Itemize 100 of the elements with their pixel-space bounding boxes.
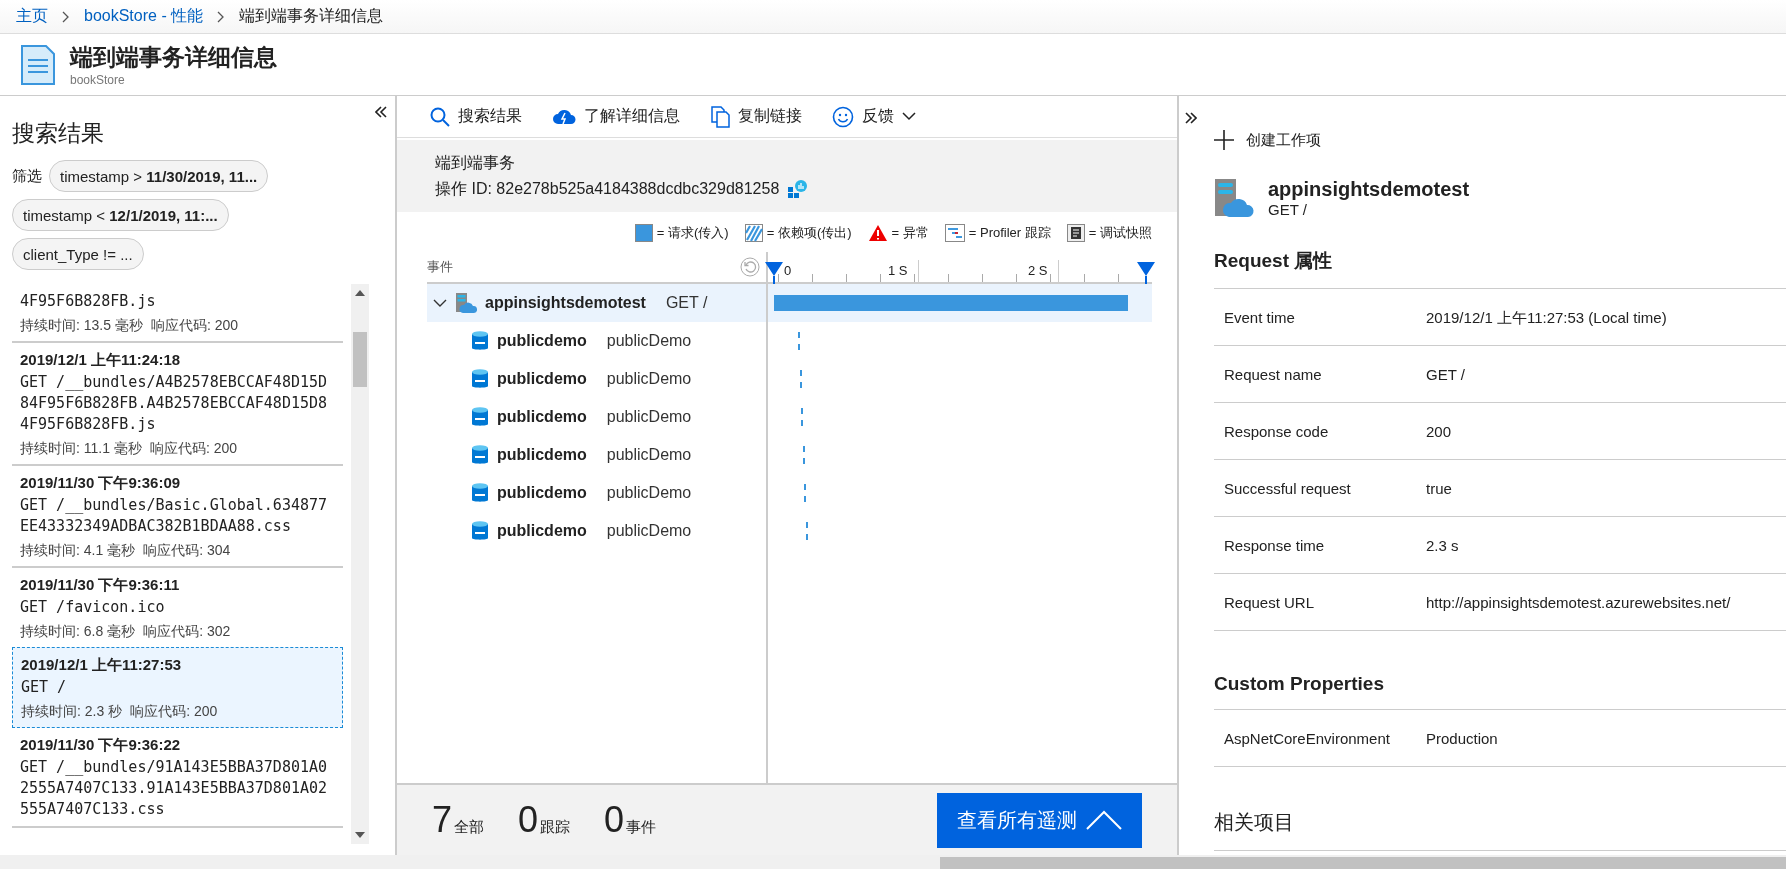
dependency-mark (805, 522, 808, 540)
plus-icon (1214, 130, 1234, 150)
result-item[interactable]: 2019/11/30 下午9:36:09 GET /__bundles/Basic.Global.634877EE43332349ADBAC382B1BDAA88.css 持续时间: 4.1 毫秒 响应代码: 304 (12, 466, 343, 568)
dependency-mark (804, 484, 806, 502)
toolbar-button[interactable]: 复制链接 (710, 105, 802, 128)
count-value: 0 (604, 799, 625, 841)
database-icon (471, 482, 489, 504)
database-icon (471, 520, 489, 542)
database-icon (471, 444, 489, 466)
snapshot-icon (1066, 224, 1085, 242)
filter-chip[interactable]: timestamp < 12/1/2019, 11:... (12, 199, 229, 231)
result-request: GET /__bundles/91A143E5BBA37D801A02555A7407C133.91A143E5BBA37D801A02555A7407C133.css (20, 757, 328, 820)
result-request: GET /favicon.ico (20, 597, 166, 618)
result-code: 响应代码: 302 (143, 622, 231, 641)
dependency-mark (801, 408, 803, 426)
legend-label: = 异常 (891, 224, 929, 242)
range-marker-icon (765, 262, 783, 284)
database-icon (471, 368, 489, 390)
result-duration: 持续时间: 13.5 毫秒 (20, 316, 143, 335)
event-detail: publicDemo (606, 446, 692, 464)
filter-label: 筛选 (12, 166, 42, 186)
event-row[interactable]: publicdemo publicDemo (427, 436, 766, 474)
search-icon (430, 106, 450, 127)
transaction-title: 端到端事务 (435, 153, 516, 173)
result-code: 响应代码: 200 (149, 439, 238, 458)
event-detail: publicDemo (606, 370, 692, 388)
dependency-mark (799, 370, 802, 388)
property-value: Production (1426, 728, 1498, 748)
property-value: GET / (1426, 364, 1465, 384)
result-item[interactable]: 2019/12/1 上午11:27:53 GET / 持续时间: 2.3 秒 响应代码: 200 (12, 647, 343, 728)
filter-chip[interactable]: timestamp > 11/30/2019, 11... (49, 160, 269, 192)
event-detail: publicDemo (606, 484, 692, 502)
event-name: publicdemo (497, 370, 587, 388)
chevron-down-icon (902, 112, 916, 121)
chevron-right-icon (217, 10, 226, 23)
event-name: publicdemo (497, 522, 587, 540)
event-row[interactable]: publicdemo publicDemo (427, 398, 766, 436)
result-request: GET /__bundles/A4B2578EBCCAF48D15D84F95F6B828FB.A4B2578EBCCAF48D15D84F95F6B828FB.js (20, 372, 328, 435)
event-name: publicdemo (497, 408, 587, 426)
property-name: Request URL (1223, 592, 1316, 612)
result-item[interactable]: 2019/12/1 上午11:24:18 GET /__bundles/A4B2578EBCCAF48D15D84F95F6B828FB.A4B2578EBCCAF48D15D84F95F6B828FB.js 持续时间: 11.1 毫秒 响应代码: 200 (12, 343, 343, 466)
legend-label: = 请求(传入) (656, 224, 729, 242)
event-name: publicdemo (497, 484, 587, 502)
section-heading: 相关项目 (1214, 809, 1786, 851)
dependency-mark (798, 332, 800, 350)
reset-icon (740, 257, 760, 277)
count-label: 事件 (626, 818, 657, 837)
create-work-item-button[interactable]: 创建工作项 (1214, 130, 1321, 150)
view-all-telemetry-button[interactable]: 查看所有遥测 (937, 792, 1142, 848)
property-value: 200 (1426, 421, 1452, 441)
section-heading: Custom Properties (1214, 673, 1786, 710)
property-name: Request name (1223, 364, 1323, 384)
event-row[interactable]: publicdemo publicDemo (427, 512, 766, 550)
axis-tick-label: 1 S (888, 263, 908, 278)
column-header: 事件 (427, 258, 453, 276)
result-code: 响应代码: 200 (130, 702, 218, 721)
legend-label: = 依赖项(传出) (766, 224, 852, 242)
toolbar-button[interactable]: 了解详细信息 (552, 106, 680, 127)
chevron-up-icon (1086, 810, 1122, 830)
result-duration: 持续时间: 6.8 毫秒 (20, 622, 136, 641)
count-label: 跟踪 (540, 818, 571, 837)
event-name: publicdemo (497, 446, 587, 464)
chart-icon (787, 179, 808, 199)
breadcrumb-link[interactable]: 主页 (16, 6, 48, 27)
result-time: 2019/12/1 上午11:27:53 (21, 655, 183, 675)
property-name: Response code (1223, 421, 1330, 441)
page-title: 端到端事务详细信息 (70, 43, 277, 72)
result-duration: 持续时间: 2.3 秒 (21, 702, 123, 721)
result-code: 响应代码: 304 (143, 541, 231, 560)
event-row[interactable]: publicdemo publicDemo (427, 322, 766, 360)
section-heading: Request 属性 (1214, 248, 1786, 289)
event-detail: publicDemo (606, 522, 692, 540)
property-name: Successful request (1223, 478, 1352, 498)
property-name: Response time (1223, 535, 1326, 555)
event-row[interactable]: appinsightsdemotest GET / (427, 284, 766, 322)
result-request: GET /__bundles/Basic.Global.634877EE43332349ADBAC382B1BDAA88.css (20, 495, 328, 537)
result-request: 4F95F6B828FB.js (20, 291, 157, 312)
filter-chip[interactable]: client_Type != ... (12, 238, 144, 270)
result-time: 2019/11/30 下午9:36:11 (20, 575, 181, 595)
result-item[interactable]: 4F95F6B828FB.js 持续时间: 13.5 毫秒 响应代码: 200 (12, 284, 343, 343)
app-name: appinsightsdemotest (1268, 178, 1470, 201)
result-item[interactable]: 2019/11/30 下午9:36:22 GET /__bundles/91A143E5BBA37D801A02555A7407C133.91A143E5BBA37D801A02555A7407C133.css (12, 728, 343, 828)
breadcrumb-link[interactable]: bookStore - 性能 (84, 6, 204, 27)
event-row[interactable]: publicdemo publicDemo (427, 474, 766, 512)
event-row[interactable]: publicdemo publicDemo (427, 360, 766, 398)
result-duration: 持续时间: 11.1 毫秒 (20, 439, 142, 458)
count-label: 全部 (454, 818, 485, 837)
property-name: AspNetCoreEnvironment (1223, 728, 1391, 748)
horizontal-scrollbar[interactable] (0, 855, 1786, 869)
toolbar-button[interactable]: 反馈 (832, 105, 916, 128)
double-chevron-left-icon (375, 106, 387, 118)
axis-tick-label: 2 S (1028, 263, 1048, 278)
property-value: true (1426, 478, 1452, 498)
event-name: appinsightsdemotest (485, 294, 646, 312)
result-code: 响应代码: 200 (150, 316, 239, 335)
double-chevron-right-icon (1185, 112, 1197, 124)
vertical-scrollbar[interactable] (351, 284, 369, 844)
page-subtitle: bookStore (70, 73, 126, 87)
toolbar-button[interactable]: 搜索结果 (430, 106, 522, 127)
database-icon (471, 330, 489, 352)
